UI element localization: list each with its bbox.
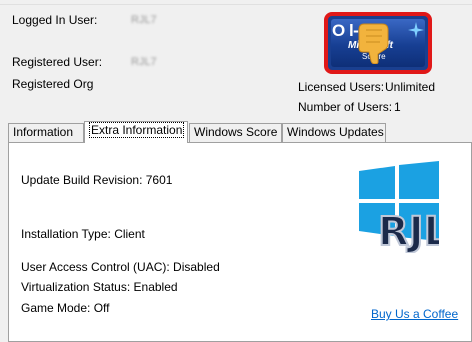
top-separator [0, 0, 472, 5]
rjl-logo: RJL [377, 208, 439, 253]
tab-information[interactable]: Information [8, 123, 84, 142]
installation-type-value: Client [114, 227, 145, 241]
genuine-microsoft-badge: O l- Microsoft So are [324, 12, 432, 74]
tab-windows-score[interactable]: Windows Score [189, 123, 282, 142]
virtualization-label: Virtualization Status: [21, 280, 131, 294]
build-revision-label: Update Build Revision: [21, 173, 143, 187]
registered-user-value: RJL7 [131, 56, 157, 68]
virtualization-row: Virtualization Status: Enabled [21, 280, 178, 294]
licensed-users-label: Licensed Users: [298, 80, 385, 94]
tab-extra-information[interactable]: Extra Information [84, 121, 188, 143]
build-revision-value: 7601 [145, 173, 173, 187]
logged-in-user-value: RJL7 [131, 14, 157, 26]
registered-org-label: Registered Org [12, 77, 94, 91]
installation-type-row: Installation Type: Client [21, 227, 145, 241]
build-revision-row: Update Build Revision: 7601 [21, 173, 172, 187]
game-mode-row: Game Mode: Off [21, 301, 110, 315]
tab-extra-information-label: Extra Information [89, 122, 185, 138]
registered-user-label: Registered User: [12, 55, 103, 69]
virtualization-value: Enabled [133, 280, 178, 294]
thumbs-down-icon [358, 23, 389, 64]
uac-label: User Access Control (UAC): [21, 260, 170, 274]
tab-information-label: Information [13, 125, 74, 139]
rjl-logo-text: RJL [378, 209, 439, 253]
star-icon [408, 22, 424, 38]
installation-type-label: Installation Type: [21, 227, 111, 241]
number-of-users-value: 1 [394, 100, 401, 114]
tab-windows-updates[interactable]: Windows Updates [282, 123, 386, 142]
tab-windows-updates-label: Windows Updates [287, 125, 384, 139]
logged-in-user-label: Logged In User: [12, 13, 98, 27]
buy-us-a-coffee-link[interactable]: Buy Us a Coffee [371, 307, 458, 321]
number-of-users-label: Number of Users: [298, 100, 393, 114]
licensed-users-value: Unlimited [385, 80, 436, 94]
game-mode-label: Game Mode: [21, 301, 91, 315]
badge-title: O l- [332, 21, 359, 40]
uac-value: Disabled [173, 260, 220, 274]
extra-information-panel: Update Build Revision: 7601 Installation… [8, 142, 472, 342]
tab-windows-score-label: Windows Score [194, 125, 278, 139]
game-mode-value: Off [93, 301, 110, 315]
uac-row: User Access Control (UAC): Disabled [21, 260, 220, 274]
